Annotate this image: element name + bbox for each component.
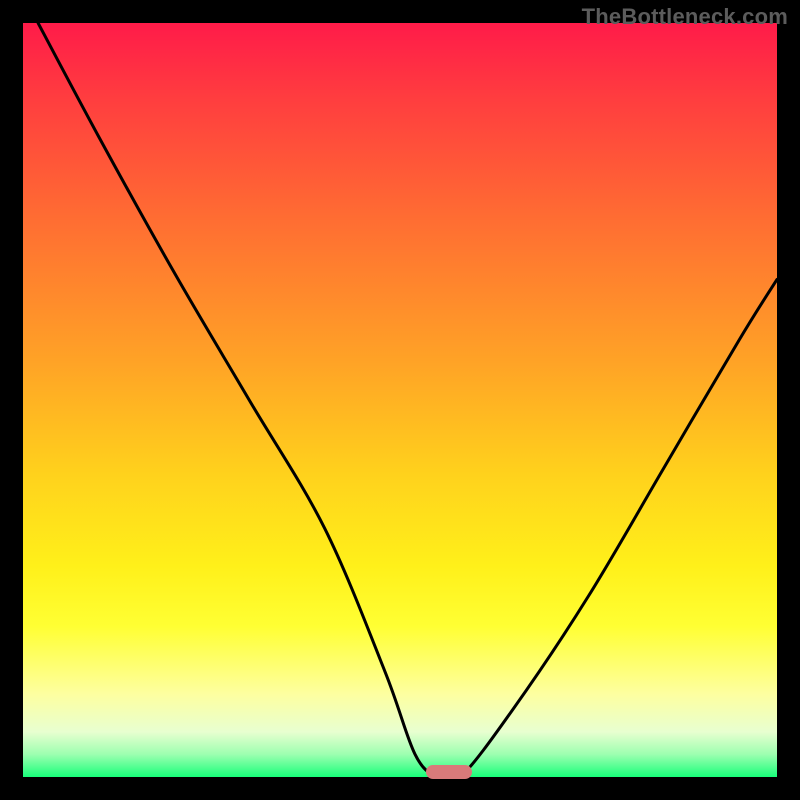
curve-path [38,23,777,777]
optimum-marker [426,765,471,779]
chart-frame: TheBottleneck.com [0,0,800,800]
bottleneck-curve [23,23,777,777]
plot-area [23,23,777,777]
watermark-text: TheBottleneck.com [582,4,788,30]
